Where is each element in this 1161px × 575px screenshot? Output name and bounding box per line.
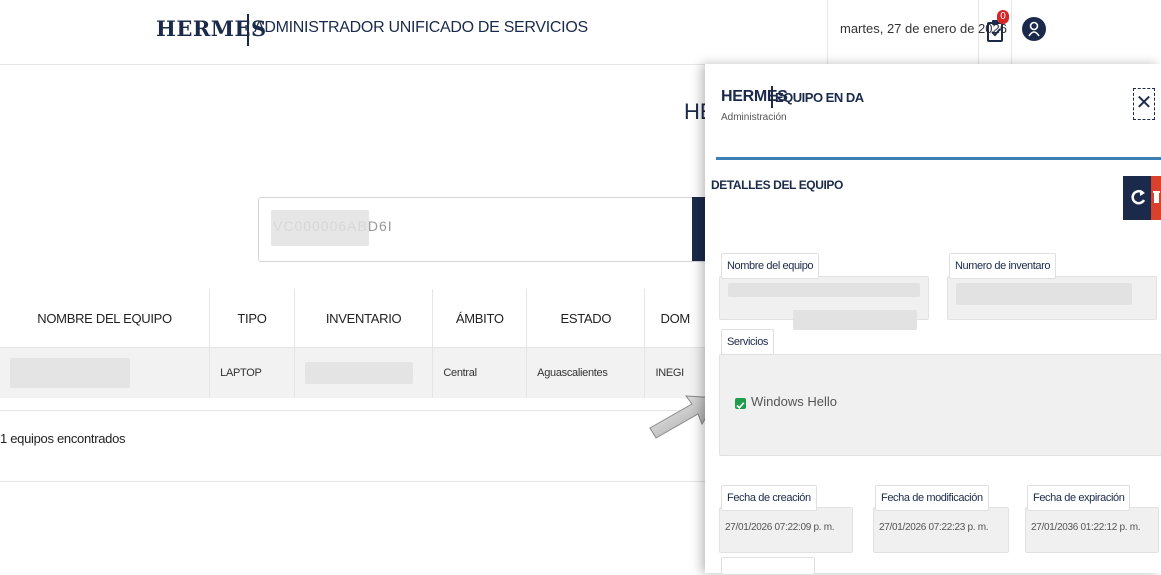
windows-hello-label: Windows Hello <box>751 394 837 409</box>
column-header[interactable]: INVENTARIO <box>294 289 434 348</box>
top-bar: HERMES ADMINISTRADOR UNIFICADO DE SERVIC… <box>0 0 1161 65</box>
app-title: ADMINISTRADOR UNIFICADO DE SERVICIOS <box>254 19 588 36</box>
expiration-date-value: 27/01/2036 01:22:12 p. m. <box>1031 522 1141 533</box>
table-row[interactable]: LAPTOP Central Aguascalientes INEGI <box>0 347 705 398</box>
user-avatar-icon[interactable] <box>1022 17 1046 41</box>
user-menu[interactable] <box>1011 0 1161 64</box>
date-cell: martes, 27 de enero de 2026 <box>827 0 1007 64</box>
services-label: Servicios <box>721 329 775 355</box>
modified-date-value: 27/01/2026 07:22:23 p. m. <box>879 522 989 533</box>
search-button[interactable] <box>692 197 706 261</box>
drawer-brand-divider <box>771 86 773 108</box>
brand-logo: HERMES <box>156 16 267 41</box>
notifications-icon[interactable]: 0 <box>985 10 1011 46</box>
drawer-subtitle: Administración <box>721 112 787 123</box>
section-title: DETALLES DEL EQUIPO <box>711 178 843 192</box>
divider <box>0 410 705 411</box>
column-header[interactable]: NOMBRE DEL EQUIPO <box>0 289 211 348</box>
trash-icon <box>1153 191 1160 203</box>
results-table: NOMBRE DEL EQUIPO TIPO INVENTARIO ÁMBITO… <box>0 289 705 398</box>
search-input[interactable]: VC000006ABD6I <box>258 197 710 262</box>
inventory-number-label: Numero de inventaro <box>949 253 1057 279</box>
refresh-icon <box>1131 189 1146 205</box>
result-count: 1 equipos encontrados <box>0 431 126 446</box>
scope-cell: Central <box>432 347 528 398</box>
windows-hello-checkbox[interactable] <box>735 398 746 409</box>
device-name-cell <box>0 347 211 398</box>
type-cell: LAPTOP <box>209 347 295 398</box>
notification-badge: 0 <box>997 10 1009 24</box>
inventory-number-field[interactable] <box>947 276 1157 320</box>
column-header[interactable]: ÁMBITO <box>432 289 528 348</box>
refresh-button[interactable] <box>1123 176 1153 220</box>
device-details-drawer: HERMES EQUIPO EN DA Administración ✕ DET… <box>705 64 1161 575</box>
modified-date-label: Fecha de modificación <box>875 485 989 511</box>
divider <box>0 481 705 482</box>
device-name-label: Nombre del equipo <box>721 253 820 279</box>
state-cell: Aguascalientes <box>526 347 646 398</box>
inventory-cell <box>294 347 434 398</box>
expiration-date-label: Fecha de expiración <box>1027 485 1131 511</box>
delete-button[interactable] <box>1151 176 1161 220</box>
column-header[interactable]: DOM <box>644 289 705 348</box>
redacted-overlay <box>271 210 369 246</box>
brand-divider <box>247 14 249 46</box>
current-date: martes, 27 de enero de 2026 <box>840 21 1007 36</box>
created-date-value: 27/01/2026 07:22:09 p. m. <box>725 522 835 533</box>
column-header[interactable]: TIPO <box>209 289 295 348</box>
close-icon[interactable]: ✕ <box>1133 88 1155 120</box>
drawer-header-divider <box>716 157 1161 160</box>
drawer-title: EQUIPO EN DA <box>775 90 864 105</box>
truncated-field-label <box>721 557 815 575</box>
created-date-label: Fecha de creación <box>721 485 817 511</box>
check-icon <box>736 402 745 409</box>
column-header[interactable]: ESTADO <box>526 289 646 348</box>
redacted-overlay <box>793 310 917 330</box>
